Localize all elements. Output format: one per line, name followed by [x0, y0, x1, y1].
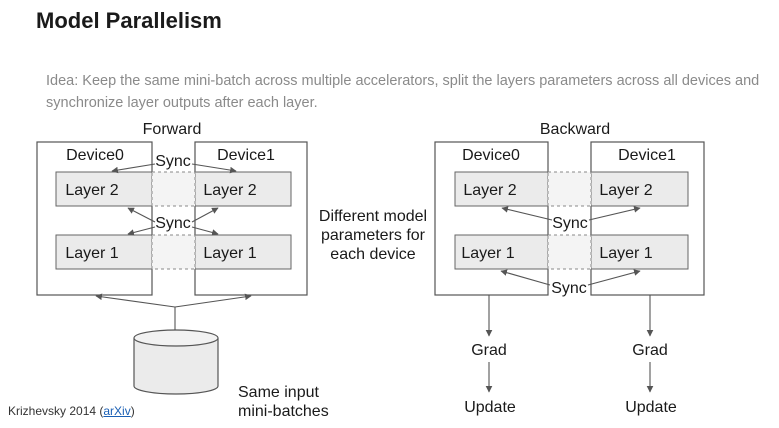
input-arrow-right [174, 293, 252, 308]
backward-layer1-device1-label: Layer 1 [599, 245, 652, 262]
forward-sync-top-arrow-left [111, 163, 156, 174]
backward-layer1-device0-label: Layer 1 [461, 245, 514, 262]
backward-layer2-bridge [547, 171, 592, 207]
citation-close: ) [130, 404, 135, 418]
citation: Krizhevsky 2014 (arXiv) [8, 404, 135, 418]
middle-note-line1: Different model [319, 208, 427, 225]
forward-sync-mid-label: Sync [155, 215, 191, 232]
forward-layer1-device1-label: Layer 1 [203, 245, 256, 262]
forward-sync-mid-arrow-right-down [191, 226, 219, 236]
forward-layer1-bridge [151, 234, 196, 270]
backward-layer1-bridge [547, 234, 592, 270]
forward-sync-top-arrow-right [191, 163, 237, 174]
input-arrow-left [95, 293, 176, 308]
forward-device1-box [194, 141, 308, 296]
backward-sync-bottom-arrow-left [500, 269, 551, 286]
input-note-line2: mini-batches [238, 403, 329, 420]
backward-layer2-device0-label: Layer 2 [463, 182, 516, 199]
forward-layer2-device1-label: Layer 2 [203, 182, 256, 199]
forward-device0-box [36, 141, 153, 296]
backward-device0-grad-label: Grad [471, 342, 507, 359]
forward-device0-label: Device0 [66, 147, 124, 164]
forward-heading: Forward [143, 121, 202, 138]
model-parallelism-diagram: Forward Device0 Device1 Layer 2 Layer 2 … [36, 121, 705, 420]
forward-sync-top-label: Sync [155, 153, 191, 170]
backward-sync-mid-arrow-right-up [588, 206, 641, 221]
arxiv-link[interactable]: arXiv [103, 404, 130, 418]
backward-sync-mid-arrow-left-up [501, 206, 553, 221]
forward-sync-mid-arrow-left-down [127, 226, 156, 236]
backward-device1-update-label: Update [625, 399, 677, 416]
backward-sync-bottom-label: Sync [551, 280, 587, 297]
middle-note-line2: parameters for [321, 227, 426, 244]
forward-layer1-device0-label: Layer 1 [65, 245, 118, 262]
forward-layer2-bridge [151, 171, 196, 207]
forward-sync-mid-arrow-left-up [127, 207, 156, 223]
forward-sync-mid-arrow-right-up [191, 207, 219, 223]
backward-device0-label: Device0 [462, 147, 520, 164]
backward-sync-mid-label: Sync [552, 215, 588, 232]
middle-note-line3: each device [330, 246, 415, 263]
backward-device0-update-label: Update [464, 399, 516, 416]
backward-device1-box [590, 141, 705, 296]
input-note-line1: Same input [238, 384, 319, 401]
backward-layer2-device1-label: Layer 2 [599, 182, 652, 199]
citation-text: Krizhevsky 2014 ( [8, 404, 104, 418]
backward-device1-label: Device1 [618, 147, 676, 164]
backward-heading: Backward [540, 121, 610, 138]
forward-device1-label: Device1 [217, 147, 275, 164]
backward-device0-box [434, 141, 549, 296]
input-database-icon [133, 329, 219, 395]
backward-sync-bottom-arrow-right [587, 269, 641, 286]
forward-layer2-device0-label: Layer 2 [65, 182, 118, 199]
backward-device1-grad-label: Grad [632, 342, 668, 359]
